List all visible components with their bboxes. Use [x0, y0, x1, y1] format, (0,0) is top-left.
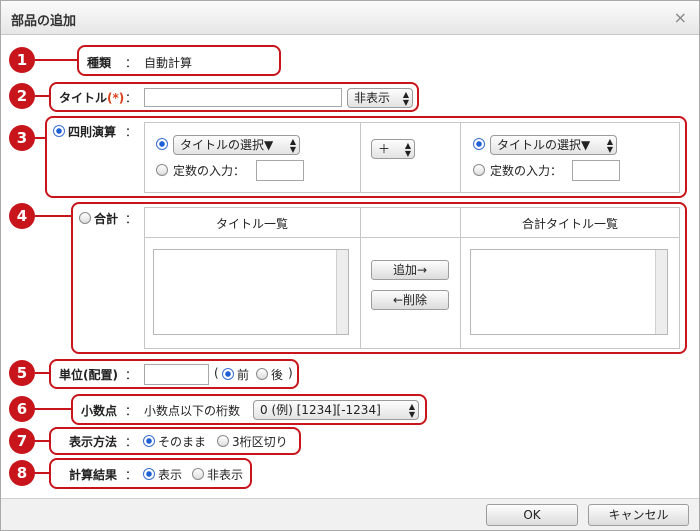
display-comma-label: 3桁区切り: [232, 435, 288, 449]
title-field-label: タイトル(*): [59, 91, 125, 105]
annotation-badge-3: 3: [9, 125, 35, 151]
decimal-places-select[interactable]: 0 (例) [1234][-1234] ▲ ▼: [253, 400, 419, 420]
visibility-select-value: 非表示: [354, 91, 391, 105]
panel-divider: [460, 122, 461, 193]
calc-hide-radio[interactable]: [192, 468, 204, 480]
delete-button[interactable]: ←削除: [371, 290, 449, 310]
annotation-badge-7: 7: [9, 428, 35, 454]
add-button[interactable]: 追加→: [371, 260, 449, 280]
panel-divider: [360, 207, 361, 349]
display-asis-label: そのまま: [158, 435, 207, 449]
select-arrows-icon: ▲ ▼: [606, 137, 613, 154]
annotation-badge-2: 2: [9, 83, 35, 109]
sum-header-divider: [144, 237, 680, 238]
right-title-select[interactable]: タイトルの選択▼ ▲ ▼: [490, 135, 617, 155]
display-comma-radio[interactable]: [217, 435, 229, 447]
annotation-badge-8: 8: [9, 460, 35, 486]
select-arrows-icon: ▲ ▼: [404, 141, 411, 158]
unit-label: 単位(配置): [59, 368, 118, 382]
unit-before-radio[interactable]: [222, 368, 234, 380]
unit-input[interactable]: [144, 364, 209, 385]
display-asis-radio[interactable]: [143, 435, 155, 447]
decimal-places-label: 小数点以下の桁数: [144, 404, 241, 418]
add-part-dialog: 部品の追加 × 1 種類 ： 自動計算 2 タイトル(*) ： 非表示 ▲ ▼ 3…: [0, 0, 700, 531]
annotation-connector-1: [35, 59, 77, 61]
annotation-badge-6: 6: [9, 396, 35, 422]
arithmetic-label: 四則演算: [68, 125, 117, 139]
close-icon[interactable]: ×: [674, 8, 687, 27]
calc-show-radio[interactable]: [143, 468, 155, 480]
arithmetic-colon: ：: [125, 125, 138, 139]
calc-result-colon: ：: [125, 468, 138, 482]
listbox-scrollbar[interactable]: [336, 250, 348, 334]
required-marker: (*): [107, 91, 125, 105]
calc-show-label: 表示: [158, 468, 183, 482]
cancel-button[interactable]: キャンセル: [588, 504, 689, 526]
visibility-select[interactable]: 非表示 ▲ ▼: [347, 88, 413, 108]
right-title-radio[interactable]: [473, 138, 485, 150]
title-list-header: タイトル一覧: [215, 217, 288, 231]
dialog-footer: OK キャンセル: [1, 498, 699, 530]
right-constant-input[interactable]: [572, 160, 620, 181]
annotation-badge-1: 1: [9, 47, 35, 73]
unit-before-label: 前: [237, 368, 250, 382]
unit-paren-open: (: [214, 366, 219, 380]
select-arrows-icon: ▲ ▼: [408, 402, 415, 419]
left-constant-radio[interactable]: [156, 164, 168, 176]
right-title-select-value: タイトルの選択▼: [497, 138, 591, 152]
annotation-connector-4: [35, 215, 71, 217]
right-constant-label: 定数の入力：: [490, 164, 563, 178]
left-title-select[interactable]: タイトルの選択▼ ▲ ▼: [173, 135, 300, 155]
annotation-badge-4: 4: [9, 203, 35, 229]
title-input[interactable]: [144, 88, 342, 107]
type-label: 種類: [87, 56, 112, 70]
sum-colon: ：: [125, 212, 138, 226]
left-title-select-value: タイトルの選択▼: [180, 138, 274, 152]
annotation-connector-7: [35, 440, 49, 442]
annotation-connector-5: [35, 372, 49, 374]
title-colon: ：: [125, 91, 138, 105]
unit-paren-close: ): [288, 366, 293, 380]
arithmetic-radio[interactable]: [53, 125, 65, 137]
sum-title-listbox[interactable]: [470, 249, 668, 335]
operator-select-value: ＋: [378, 142, 391, 156]
panel-divider: [360, 122, 361, 193]
display-method-label: 表示方法: [69, 435, 118, 449]
annotation-connector-2: [35, 95, 49, 97]
calc-result-label: 計算結果: [69, 468, 118, 482]
dialog-title: 部品の追加: [11, 14, 77, 29]
left-constant-input[interactable]: [256, 160, 304, 181]
sum-title-list-header: 合計タイトル一覧: [521, 217, 618, 231]
calc-hide-label: 非表示: [207, 468, 244, 482]
annotation-badge-5: 5: [9, 360, 35, 386]
title-listbox[interactable]: [153, 249, 349, 335]
select-arrows-icon: ▲ ▼: [289, 137, 296, 154]
left-title-radio[interactable]: [156, 138, 168, 150]
sum-label: 合計: [94, 212, 119, 226]
decimal-places-select-value: 0 (例) [1234][-1234]: [260, 403, 381, 417]
type-colon: ：: [125, 56, 138, 70]
decimal-label: 小数点: [81, 404, 118, 418]
unit-after-radio[interactable]: [256, 368, 268, 380]
unit-colon: ：: [125, 368, 138, 382]
select-arrows-icon: ▲ ▼: [402, 90, 409, 107]
listbox-scrollbar[interactable]: [655, 250, 667, 334]
right-constant-radio[interactable]: [473, 164, 485, 176]
decimal-colon: ：: [125, 404, 138, 418]
sum-radio[interactable]: [79, 212, 91, 224]
annotation-connector-3: [35, 137, 45, 139]
operator-select[interactable]: ＋ ▲ ▼: [371, 139, 415, 159]
unit-after-label: 後: [271, 368, 284, 382]
display-method-colon: ：: [125, 435, 138, 449]
type-value: 自動計算: [144, 56, 193, 70]
left-constant-label: 定数の入力：: [173, 164, 246, 178]
dialog-titlebar: 部品の追加 ×: [1, 1, 699, 35]
annotation-connector-6: [35, 408, 71, 410]
annotation-connector-8: [35, 472, 49, 474]
ok-button[interactable]: OK: [486, 504, 578, 526]
